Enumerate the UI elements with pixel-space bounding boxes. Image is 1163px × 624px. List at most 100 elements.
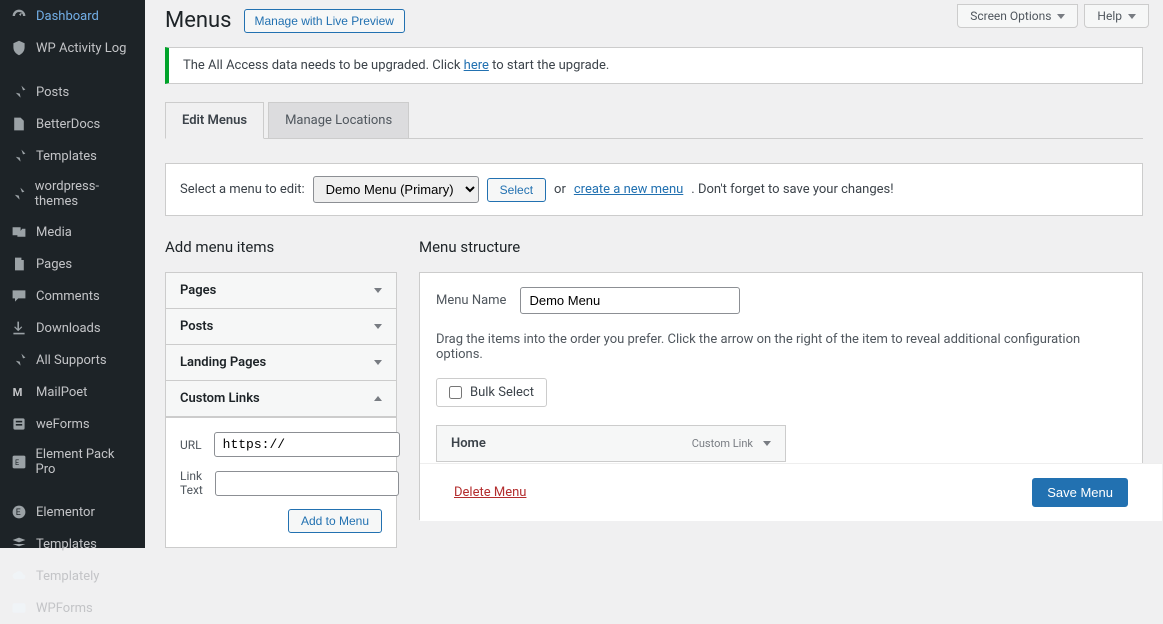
linktext-input[interactable] [215, 471, 399, 496]
sidebar-item-betterdocs[interactable]: BetterDocs [0, 108, 145, 140]
speed-icon [10, 7, 28, 25]
or-text: or [554, 182, 566, 197]
caret-down-icon [1128, 14, 1136, 19]
sidebar-item-wpthemes[interactable]: wordpress-themes [0, 172, 145, 216]
panel-custom-label: Custom Links [180, 391, 260, 406]
sidebar-item-posts[interactable]: Posts [0, 76, 145, 108]
caret-down-icon [374, 288, 382, 293]
sidebar-item-label: Templates [36, 537, 97, 552]
sidebar-item-label: MailPoet [36, 385, 87, 400]
svg-text:M: M [13, 386, 23, 399]
sidebar-item-label: BetterDocs [36, 117, 100, 132]
sidebar-item-label: Posts [36, 85, 69, 100]
menu-item-title: Home [451, 436, 486, 451]
sidebar-item-mailpoet[interactable]: M MailPoet [0, 376, 145, 408]
doc-icon [10, 115, 28, 133]
sidebar-item-weforms[interactable]: weForms [0, 408, 145, 440]
comment-icon [10, 287, 28, 305]
save-menu-button[interactable]: Save Menu [1032, 478, 1128, 507]
panel-landing[interactable]: Landing Pages [166, 345, 396, 381]
sidebar-item-label: weForms [36, 417, 90, 432]
menu-name-input[interactable] [520, 287, 740, 314]
sidebar-item-label: Elementor [36, 505, 95, 520]
sidebar-item-media[interactable]: Media [0, 216, 145, 248]
shield-icon [10, 39, 28, 57]
structure-footer: Delete Menu Save Menu [420, 463, 1162, 521]
panel-custom-links[interactable]: Custom Links [166, 381, 396, 417]
caret-down-icon [763, 441, 771, 446]
tab-edit-menus[interactable]: Edit Menus [165, 102, 264, 139]
menu-item[interactable]: Home Custom Link [436, 425, 786, 462]
url-label: URL [180, 438, 202, 452]
tab-manage-locations[interactable]: Manage Locations [268, 102, 409, 138]
page-title: Menus [165, 8, 232, 33]
sidebar-item-label: Templates [36, 149, 97, 164]
sidebar-item-label: Dashboard [36, 9, 99, 24]
menu-select-bar: Select a menu to edit: Demo Menu (Primar… [165, 163, 1143, 216]
panel-posts[interactable]: Posts [166, 309, 396, 345]
sidebar-item-wpforms[interactable]: WPForms [0, 592, 145, 624]
pin-icon [10, 351, 28, 369]
sidebar-item-label: WPForms [36, 601, 93, 616]
caret-down-icon [374, 324, 382, 329]
sidebar-item-templately[interactable]: Templately [0, 560, 145, 592]
panel-pages-label: Pages [180, 283, 216, 298]
pin-icon [10, 83, 28, 101]
sidebar-item-comments[interactable]: Comments [0, 280, 145, 312]
live-preview-button[interactable]: Manage with Live Preview [244, 9, 405, 33]
sidebar-item-label: Templately [36, 569, 99, 584]
panel-landing-label: Landing Pages [180, 355, 266, 370]
sidebar-item-templates2[interactable]: Templates [0, 528, 145, 560]
sidebar-item-downloads[interactable]: Downloads [0, 312, 145, 344]
sidebar-item-wpactivity[interactable]: WP Activity Log [0, 32, 145, 64]
ep-icon: E [10, 453, 28, 471]
svg-text:E: E [16, 508, 21, 518]
notice-text-after: to start the upgrade. [489, 58, 609, 73]
stack-icon [10, 535, 28, 553]
bulk-select-row: Bulk Select [436, 378, 547, 407]
pages-icon [10, 255, 28, 273]
menu-select[interactable]: Demo Menu (Primary) [313, 176, 479, 203]
menu-tabs: Edit Menus Manage Locations [165, 102, 1143, 139]
bulk-select-label: Bulk Select [470, 385, 534, 400]
menu-name-label: Menu Name [436, 293, 506, 308]
select-label: Select a menu to edit: [180, 182, 305, 197]
sidebar-item-pages[interactable]: Pages [0, 248, 145, 280]
sidebar-item-label: wordpress-themes [35, 179, 135, 209]
url-input[interactable] [214, 432, 400, 457]
sidebar-item-elementor[interactable]: E Elementor [0, 496, 145, 528]
sidebar-item-label: Pages [36, 257, 72, 272]
notice-link[interactable]: here [464, 58, 489, 73]
add-to-menu-button[interactable]: Add to Menu [288, 509, 382, 533]
cloud-icon [10, 567, 28, 585]
e-icon: E [10, 503, 28, 521]
media-icon [10, 223, 28, 241]
accordion: Pages Posts Landing Pages Custom Links U… [165, 272, 397, 548]
linktext-label: Link Text [180, 469, 203, 497]
sidebar-item-templates[interactable]: Templates [0, 140, 145, 172]
panel-pages[interactable]: Pages [166, 273, 396, 309]
sidebar-item-elementpack[interactable]: E Element Pack Pro [0, 440, 145, 484]
sidebar-item-label: Media [36, 225, 72, 240]
bulk-select-checkbox[interactable] [449, 386, 462, 399]
sidebar-item-dashboard[interactable]: Dashboard [0, 0, 145, 32]
svg-text:E: E [15, 458, 19, 467]
help-label: Help [1097, 9, 1122, 23]
sidebar-item-label: Element Pack Pro [36, 447, 135, 477]
create-menu-link[interactable]: create a new menu [574, 182, 683, 197]
pin-icon [10, 147, 28, 165]
screen-options-button[interactable]: Screen Options [957, 4, 1078, 28]
help-button[interactable]: Help [1084, 4, 1149, 28]
delete-menu-link[interactable]: Delete Menu [454, 485, 526, 500]
sidebar-item-label: WP Activity Log [36, 41, 126, 56]
drag-instructions: Drag the items into the order you prefer… [436, 332, 1126, 362]
upgrade-notice: The All Access data needs to be upgraded… [165, 47, 1143, 84]
sidebar-item-supports[interactable]: All Supports [0, 344, 145, 376]
download-icon [10, 319, 28, 337]
menu-item-type: Custom Link [692, 437, 753, 450]
structure-heading: Menu structure [419, 238, 1143, 256]
select-after: . Don't forget to save your changes! [691, 182, 893, 197]
pin-icon [10, 185, 27, 203]
select-button[interactable]: Select [487, 178, 546, 202]
structure-box: Menu Name Drag the items into the order … [419, 272, 1143, 520]
